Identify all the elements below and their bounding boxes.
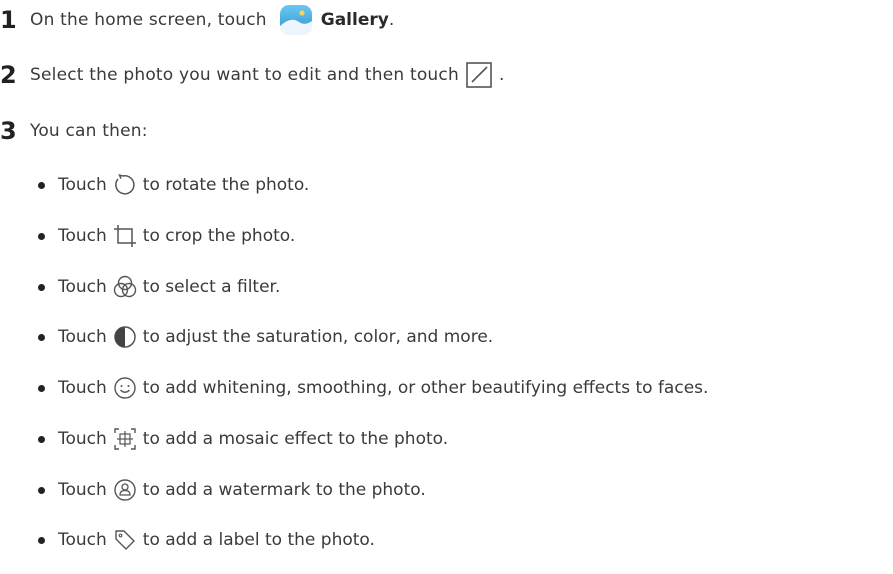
bullet-text: to add whitening, smoothing, or other be…	[142, 378, 709, 398]
bullet-rotate: Touch to rotate the photo.	[38, 173, 309, 197]
adjust-icon	[113, 325, 137, 349]
bullet-text: to rotate the photo.	[142, 175, 310, 195]
step-number: 3	[0, 117, 17, 145]
label-icon	[113, 528, 137, 552]
step-text: You can then:	[30, 121, 148, 141]
edit-icon	[465, 61, 493, 89]
step-1: 1 On the home screen, touch Gallery .	[0, 4, 394, 36]
bullet-dot	[38, 333, 45, 341]
bullet-mosaic: Touch to add a mosaic effect to the phot…	[38, 427, 448, 451]
bullet-dot	[38, 232, 45, 240]
step-text-end: .	[498, 65, 505, 85]
bullet-label: Touch to add a label to the photo.	[38, 528, 375, 552]
bullet-text: to add a mosaic effect to the photo.	[142, 429, 449, 449]
bullet-dot	[38, 536, 45, 544]
bullet-dot	[38, 181, 45, 189]
bullet-text: to crop the photo.	[142, 226, 296, 246]
beauty-face-icon	[113, 376, 137, 400]
bullet-dot	[38, 283, 45, 291]
step-text: On the home screen, touch	[30, 10, 267, 30]
bullet-watermark: Touch to add a watermark to the photo.	[38, 478, 426, 502]
step-text-end: .	[388, 10, 395, 30]
bullet-text: to select a filter.	[142, 277, 281, 297]
bullet-touch: Touch	[58, 226, 107, 246]
filter-icon	[113, 275, 137, 299]
watermark-icon	[113, 478, 137, 502]
gallery-app-icon	[279, 4, 313, 36]
crop-icon	[113, 224, 137, 248]
mosaic-icon	[113, 427, 137, 451]
bullet-touch: Touch	[58, 530, 107, 550]
step-2: 2 Select the photo you want to edit and …	[0, 61, 504, 89]
step-3: 3 You can then:	[0, 117, 148, 145]
step-text: Select the photo you want to edit and th…	[30, 65, 459, 85]
bullet-text: to add a watermark to the photo.	[142, 480, 426, 500]
bullet-dot	[38, 435, 45, 443]
bullet-touch: Touch	[58, 277, 107, 297]
step-number: 2	[0, 61, 17, 89]
bullet-adjust: Touch to adjust the saturation, color, a…	[38, 325, 493, 349]
bullet-touch: Touch	[58, 327, 107, 347]
bullet-text: to adjust the saturation, color, and mor…	[142, 327, 494, 347]
bullet-crop: Touch to crop the photo.	[38, 224, 295, 248]
bullet-touch: Touch	[58, 175, 107, 195]
bullet-touch: Touch	[58, 378, 107, 398]
gallery-app-name: Gallery	[320, 10, 389, 30]
rotate-icon	[113, 173, 137, 197]
bullet-touch: Touch	[58, 480, 107, 500]
bullet-dot	[38, 486, 45, 494]
bullet-text: to add a label to the photo.	[142, 530, 375, 550]
bullet-dot	[38, 384, 45, 392]
bullet-filter: Touch to select a filter.	[38, 275, 280, 299]
bullet-touch: Touch	[58, 429, 107, 449]
step-number: 1	[0, 6, 17, 34]
bullet-beauty: Touch to add whitening, smoothing, or ot…	[38, 376, 708, 400]
